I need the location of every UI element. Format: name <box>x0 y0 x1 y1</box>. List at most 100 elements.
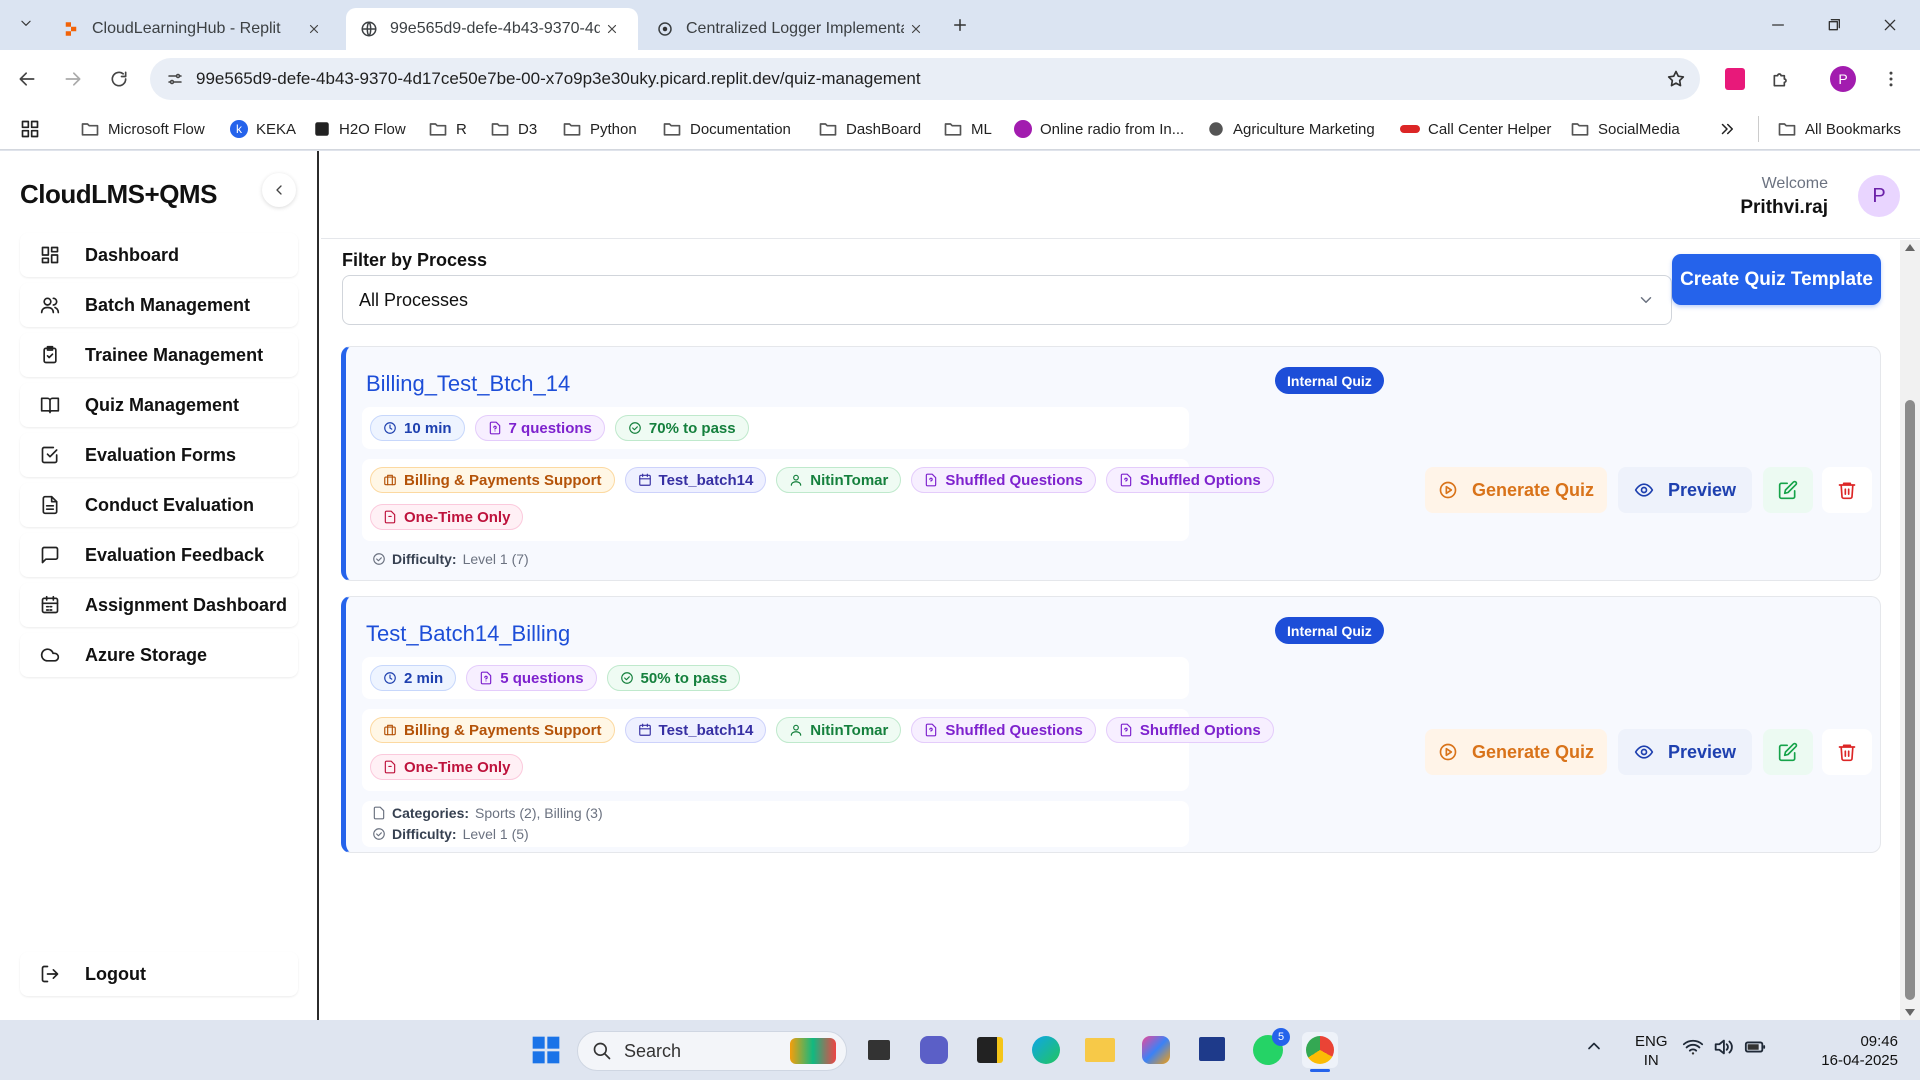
generate-quiz-button[interactable]: Generate Quiz <box>1425 467 1607 513</box>
more-bookmarks-icon[interactable] <box>1718 116 1736 142</box>
file-icon <box>383 510 397 524</box>
taskbar-search[interactable]: Search <box>577 1031 847 1071</box>
bookmark-item[interactable]: H2O Flow <box>313 116 406 142</box>
create-quiz-template-button[interactable]: Create Quiz Template <box>1672 254 1881 305</box>
scroll-down-arrow-icon[interactable] <box>1905 1009 1915 1016</box>
close-tab-icon[interactable] <box>302 17 326 41</box>
sidebar-item-trainee-management[interactable]: Trainee Management <box>20 333 298 377</box>
page-scrollbar[interactable] <box>1900 240 1920 1020</box>
close-window-icon[interactable] <box>1870 10 1910 40</box>
sidebar-item-label: Evaluation Forms <box>85 444 237 465</box>
language-indicator[interactable]: ENG IN <box>1635 1032 1668 1070</box>
teams-chat-icon[interactable] <box>916 1032 952 1068</box>
bookmark-item[interactable]: Agriculture Marketing <box>1207 116 1375 142</box>
check-circle-icon <box>372 552 386 566</box>
delete-quiz-button[interactable] <box>1822 467 1872 513</box>
wifi-icon[interactable] <box>1682 1036 1706 1060</box>
quiz-type-badge: Internal Quiz <box>1275 367 1384 394</box>
preview-button[interactable]: Preview <box>1618 467 1752 513</box>
quiz-title[interactable]: Test_Batch14_Billing <box>366 621 570 647</box>
task-view-icon[interactable] <box>860 1032 896 1068</box>
process-filter-select[interactable]: All Processes <box>342 275 1672 325</box>
process-filter-value: All Processes <box>359 289 469 310</box>
preview-button[interactable]: Preview <box>1618 729 1752 775</box>
bookmark-item[interactable]: Microsoft Flow <box>80 116 205 142</box>
file-question-icon <box>1119 723 1133 737</box>
close-tab-icon[interactable] <box>904 17 928 41</box>
profile-avatar[interactable]: P <box>1828 64 1858 94</box>
generate-quiz-button[interactable]: Generate Quiz <box>1425 729 1607 775</box>
quiz-title[interactable]: Billing_Test_Btch_14 <box>366 371 570 397</box>
bookmark-star-icon[interactable] <box>1666 69 1686 89</box>
scroll-up-arrow-icon[interactable] <box>1905 244 1915 251</box>
bookmark-item[interactable]: D3 <box>490 116 537 142</box>
back-icon[interactable] <box>12 64 42 94</box>
sidebar-item-conduct-evaluation[interactable]: Conduct Evaluation <box>20 483 298 527</box>
calendar-icon <box>20 595 64 615</box>
bookmark-item[interactable]: ML <box>943 116 992 142</box>
quiz-type-badge: Internal Quiz <box>1275 617 1384 644</box>
avatar[interactable]: P <box>1858 175 1900 217</box>
check-circle-icon <box>372 827 386 841</box>
address-bar[interactable]: 99e565d9-defe-4b43-9370-4d17ce50e7be-00-… <box>150 58 1700 100</box>
tab-cloudlearninghub[interactable]: CloudLearningHub - Replit <box>48 8 340 50</box>
new-tab-icon[interactable] <box>940 10 980 40</box>
forward-icon[interactable] <box>58 64 88 94</box>
sidebar-item-evaluation-feedback[interactable]: Evaluation Feedback <box>20 533 298 577</box>
all-bookmarks[interactable]: All Bookmarks <box>1758 116 1901 142</box>
tab-search-dropdown-icon[interactable] <box>6 8 46 38</box>
edit-quiz-button[interactable] <box>1763 729 1813 775</box>
bookmark-item[interactable]: DashBoard <box>818 116 921 142</box>
close-tab-icon[interactable] <box>600 17 624 41</box>
sidebar-item-quiz-management[interactable]: Quiz Management <box>20 383 298 427</box>
extensions-puzzle-icon[interactable] <box>1766 64 1796 94</box>
bookmark-item[interactable]: k KEKA <box>230 116 296 142</box>
sidebar-item-azure-storage[interactable]: Azure Storage <box>20 633 298 677</box>
sidebar-item-dashboard[interactable]: Dashboard <box>20 233 298 277</box>
bookmark-item[interactable]: R <box>428 116 467 142</box>
system-clock[interactable]: 09:46 16-04-2025 <box>1821 1032 1898 1070</box>
bookmark-item[interactable]: Online radio from In... <box>1014 116 1184 142</box>
delete-quiz-button[interactable] <box>1822 729 1872 775</box>
briefcase-icon <box>383 473 397 487</box>
windows-start-icon[interactable] <box>528 1032 564 1068</box>
remote-desktop-icon[interactable] <box>1194 1032 1230 1068</box>
bookmark-item[interactable]: Call Center Helper <box>1400 116 1551 142</box>
quiz-meta-row: Difficulty: Level 1 (7) <box>362 551 1189 573</box>
trainer-chip: NitinTomar <box>776 467 902 493</box>
minimize-icon[interactable] <box>1758 10 1798 40</box>
restore-icon[interactable] <box>1814 10 1854 40</box>
whatsapp-icon[interactable]: 5 <box>1250 1028 1290 1068</box>
copilot-icon[interactable] <box>1138 1032 1174 1068</box>
tab-active-app[interactable]: 99e565d9-defe-4b43-9370-4d1 <box>346 8 638 50</box>
radio-icon <box>1014 120 1032 138</box>
bookmark-item[interactable]: Documentation <box>662 116 791 142</box>
site-info-icon[interactable] <box>166 70 184 88</box>
edge-icon[interactable] <box>1028 1032 1064 1068</box>
tab-centralized-logger[interactable]: Centralized Logger Implementa <box>642 8 942 50</box>
bookmark-item[interactable]: Python <box>562 116 637 142</box>
volume-icon[interactable] <box>1712 1036 1736 1060</box>
scrollbar-thumb[interactable] <box>1905 400 1915 1000</box>
bookmark-item[interactable]: SocialMedia <box>1570 116 1680 142</box>
chevron-up-icon[interactable] <box>1584 1036 1608 1060</box>
extension-pink-icon[interactable] <box>1720 64 1750 94</box>
edit-quiz-button[interactable] <box>1763 467 1813 513</box>
sidebar-item-evaluation-forms[interactable]: Evaluation Forms <box>20 433 298 477</box>
apps-grid-icon[interactable] <box>20 116 40 142</box>
file-explorer-icon[interactable] <box>1082 1032 1118 1068</box>
chrome-icon[interactable] <box>1302 1032 1338 1072</box>
sidebar-item-batch-management[interactable]: Batch Management <box>20 283 298 327</box>
reload-icon[interactable] <box>104 64 134 94</box>
battery-icon[interactable] <box>1744 1036 1768 1060</box>
duration-chip: 2 min <box>370 665 457 691</box>
quiz-management-content: Filter by Process All Processes Create Q… <box>322 240 1897 1020</box>
quiz-meta-row: Categories: Sports (2), Billing (3) Diffi… <box>362 801 1189 847</box>
sidebar-item-assignment-dashboard[interactable]: Assignment Dashboard <box>20 583 298 627</box>
collapse-sidebar-button[interactable] <box>262 173 296 207</box>
sticky-app-icon[interactable] <box>972 1032 1008 1068</box>
logout-button[interactable]: Logout <box>20 952 298 996</box>
globe-icon <box>361 21 377 37</box>
sidebar-item-label: Assignment Dashboard <box>85 594 288 615</box>
browser-menu-icon[interactable] <box>1876 64 1906 94</box>
